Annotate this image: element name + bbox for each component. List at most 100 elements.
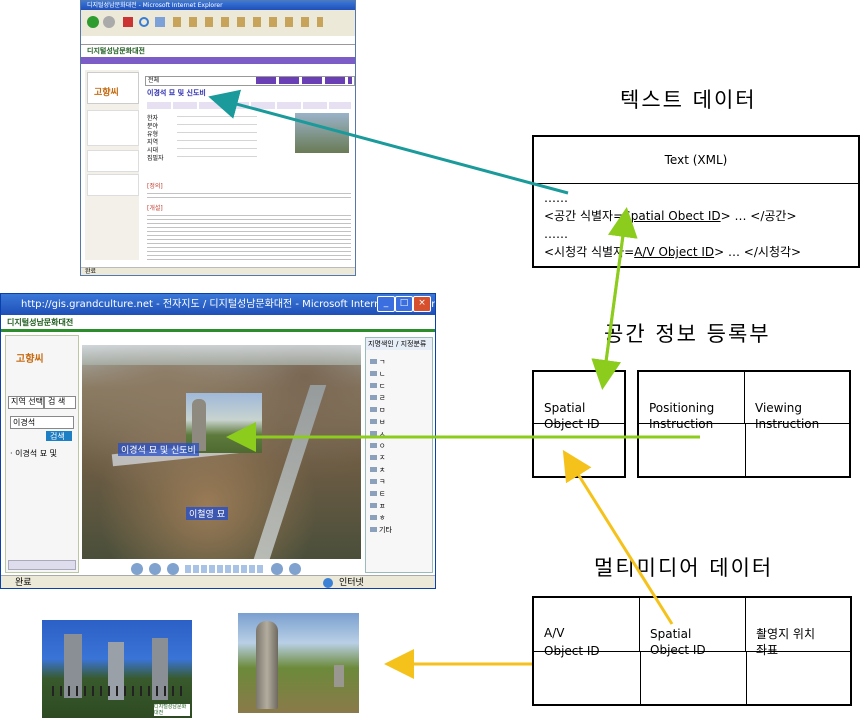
location-header-text: 촬영지 위치 좌표 bbox=[756, 627, 816, 657]
av-tag-id: A/V Object ID bbox=[634, 245, 715, 259]
folder-icon bbox=[370, 431, 377, 436]
monument-fence bbox=[52, 686, 188, 696]
toolbar-icon-row bbox=[173, 17, 323, 27]
index-item-label: ㅋ bbox=[379, 478, 386, 486]
map-label-2[interactable]: 이철영 묘 bbox=[186, 507, 228, 520]
map-label-2-text: 이철영 묘 bbox=[189, 510, 225, 520]
spatial-tag-id: Spatial Obect ID bbox=[623, 209, 721, 223]
index-item[interactable]: ㅎ bbox=[370, 512, 428, 524]
index-item[interactable]: ㄷ bbox=[370, 380, 428, 392]
ellipsis-line: …… bbox=[544, 191, 568, 205]
map-control-bar bbox=[131, 563, 321, 575]
index-item[interactable]: ㅈ bbox=[370, 452, 428, 464]
forward-icon[interactable] bbox=[103, 16, 115, 28]
gis-site-logo[interactable]: 디지털성남문화대전 bbox=[7, 318, 73, 327]
stop-icon[interactable] bbox=[123, 17, 133, 27]
zoom-in-icon[interactable] bbox=[271, 563, 283, 575]
index-item[interactable]: ㅋ bbox=[370, 476, 428, 488]
search-scope[interactable]: 전체 bbox=[148, 77, 159, 85]
gis-result-item[interactable]: · 이경석 묘 및 bbox=[10, 448, 57, 459]
text-xml-header-text: Text (XML) bbox=[664, 153, 728, 167]
index-item[interactable]: ㅅ bbox=[370, 428, 428, 440]
gis-search-value: 이경석 bbox=[13, 418, 36, 427]
back-icon[interactable] bbox=[87, 16, 99, 28]
gis-left-scrollbar[interactable] bbox=[8, 560, 76, 570]
spatial-instruction-table: Positioning Instruction Viewing Instruct… bbox=[637, 370, 851, 478]
gis-status-right: 인터넷 bbox=[339, 578, 364, 588]
article-tabs[interactable] bbox=[147, 102, 351, 109]
zoom-slider[interactable] bbox=[185, 565, 265, 573]
gis-search-button[interactable]: 검색 bbox=[46, 431, 72, 441]
maximize-icon[interactable]: □ bbox=[395, 296, 413, 312]
index-item-label: ㄹ bbox=[379, 394, 386, 402]
map-label-1-text: 이경석 묘 및 신도비 bbox=[121, 446, 196, 456]
index-item-label: ㄷ bbox=[379, 382, 386, 390]
photo-caption-badge: 디지털성남문화대전 bbox=[154, 704, 190, 716]
map-label-1[interactable]: 이경석 묘 및 신도비 bbox=[118, 443, 199, 456]
index-item[interactable]: ㄴ bbox=[370, 368, 428, 380]
gis-browser-title: http://gis.grandculture.net - 전자지도 / 디지털… bbox=[21, 299, 436, 310]
pan-icon[interactable] bbox=[149, 563, 161, 575]
positioning-header: Positioning Instruction bbox=[639, 372, 745, 431]
index-item[interactable]: ㄱ bbox=[370, 356, 428, 368]
search-button-group[interactable] bbox=[256, 77, 352, 84]
folder-icon bbox=[370, 527, 377, 532]
zoom-out-icon[interactable] bbox=[167, 563, 179, 575]
index-list: ㄱ ㄴ ㄷ ㄹ ㅁ ㅂ ㅅ ㅇ ㅈ ㅊ ㅋ ㅌ ㅍ ㅎ 기타 bbox=[370, 356, 428, 536]
map-river bbox=[253, 385, 327, 559]
av-tag-line: <시청각 식별자=A/V Object ID> … </시청각> bbox=[544, 243, 854, 261]
gis-right-panel: 지명색인 / 지정분류 ㄱ ㄴ ㄷ ㄹ ㅁ ㅂ ㅅ ㅇ ㅈ ㅊ ㅋ ㅌ ㅍ ㅎ … bbox=[365, 337, 433, 573]
body-text-block bbox=[147, 193, 351, 201]
index-item-label: 기타 bbox=[379, 526, 392, 534]
text-xml-body: …… <공간 식별자=Spatial Obect ID> … </공간> …… … bbox=[544, 189, 854, 261]
index-item[interactable]: ㅍ bbox=[370, 500, 428, 512]
photo-caption-text: 디지털성남문화대전 bbox=[154, 704, 187, 716]
label-text-data: 텍스트 데이터 bbox=[620, 88, 757, 112]
spatial-id-header: Spatial Object ID bbox=[534, 372, 624, 431]
map-sky bbox=[82, 345, 361, 365]
gis-statusbar: 완료 인터넷 bbox=[1, 575, 435, 588]
text-browser-toolbar bbox=[81, 10, 355, 37]
index-item[interactable]: ㅂ bbox=[370, 416, 428, 428]
mm-divider-2 bbox=[746, 652, 747, 704]
gis-tab-region[interactable]: 지역 선택 bbox=[8, 396, 44, 409]
gis-tab-search[interactable]: 검 색 bbox=[44, 396, 76, 409]
refresh-icon[interactable] bbox=[139, 17, 149, 27]
gis-result-item-label: · 이경석 묘 및 bbox=[10, 449, 57, 458]
index-item[interactable]: ㅊ bbox=[370, 464, 428, 476]
home-icon[interactable] bbox=[155, 17, 165, 27]
site-logo[interactable]: 디지털성남문화대전 bbox=[87, 47, 145, 56]
index-item[interactable]: ㅁ bbox=[370, 404, 428, 416]
location-header: 촬영지 위치 좌표 bbox=[746, 598, 850, 657]
index-item[interactable]: ㅌ bbox=[370, 488, 428, 500]
index-item[interactable]: ㄹ bbox=[370, 392, 428, 404]
gis-browser-window: http://gis.grandculture.net - 전자지도 / 디지털… bbox=[0, 293, 436, 589]
right-panel-title-text: 지명색인 / 지정분류 bbox=[368, 340, 427, 348]
folder-icon bbox=[370, 467, 377, 472]
text-browser-title: 디지털성남문화대전 - Microsoft Internet Explorer bbox=[87, 2, 223, 9]
thumbnail-image[interactable] bbox=[295, 113, 349, 153]
spatial-tag-suffix: > … </공간> bbox=[720, 209, 797, 223]
label-spatial-registry: 공간 정보 등록부 bbox=[604, 322, 771, 346]
index-item[interactable]: ㅇ bbox=[370, 440, 428, 452]
index-item[interactable]: 기타 bbox=[370, 524, 428, 536]
minimize-icon[interactable]: _ bbox=[377, 296, 395, 312]
index-item-label: ㅁ bbox=[379, 406, 386, 414]
photo-statue bbox=[238, 613, 359, 713]
mm-divider-1 bbox=[640, 652, 641, 704]
gis-3d-map[interactable]: 이경석 묘 및 신도비 이철영 묘 bbox=[82, 345, 361, 559]
close-icon[interactable]: × bbox=[413, 296, 431, 312]
gis-search-input[interactable]: 이경석 bbox=[10, 416, 74, 429]
reset-view-icon[interactable] bbox=[289, 563, 301, 575]
body-text-block-2 bbox=[147, 215, 351, 263]
folder-icon bbox=[370, 395, 377, 400]
viewing-header-text: Viewing Instruction bbox=[755, 401, 820, 431]
statue-figure bbox=[256, 621, 278, 709]
address-bar[interactable] bbox=[81, 36, 355, 45]
av-tag-suffix: > … </시청각> bbox=[714, 245, 802, 259]
positioning-header-text: Positioning Instruction bbox=[649, 401, 715, 431]
top-nav-bar bbox=[81, 57, 355, 64]
text-browser-window: 디지털성남문화대전 - Microsoft Internet Explorer … bbox=[80, 0, 356, 276]
rotate-icon[interactable] bbox=[131, 563, 143, 575]
text-browser-titlebar: 디지털성남문화대전 - Microsoft Internet Explorer bbox=[81, 1, 355, 10]
